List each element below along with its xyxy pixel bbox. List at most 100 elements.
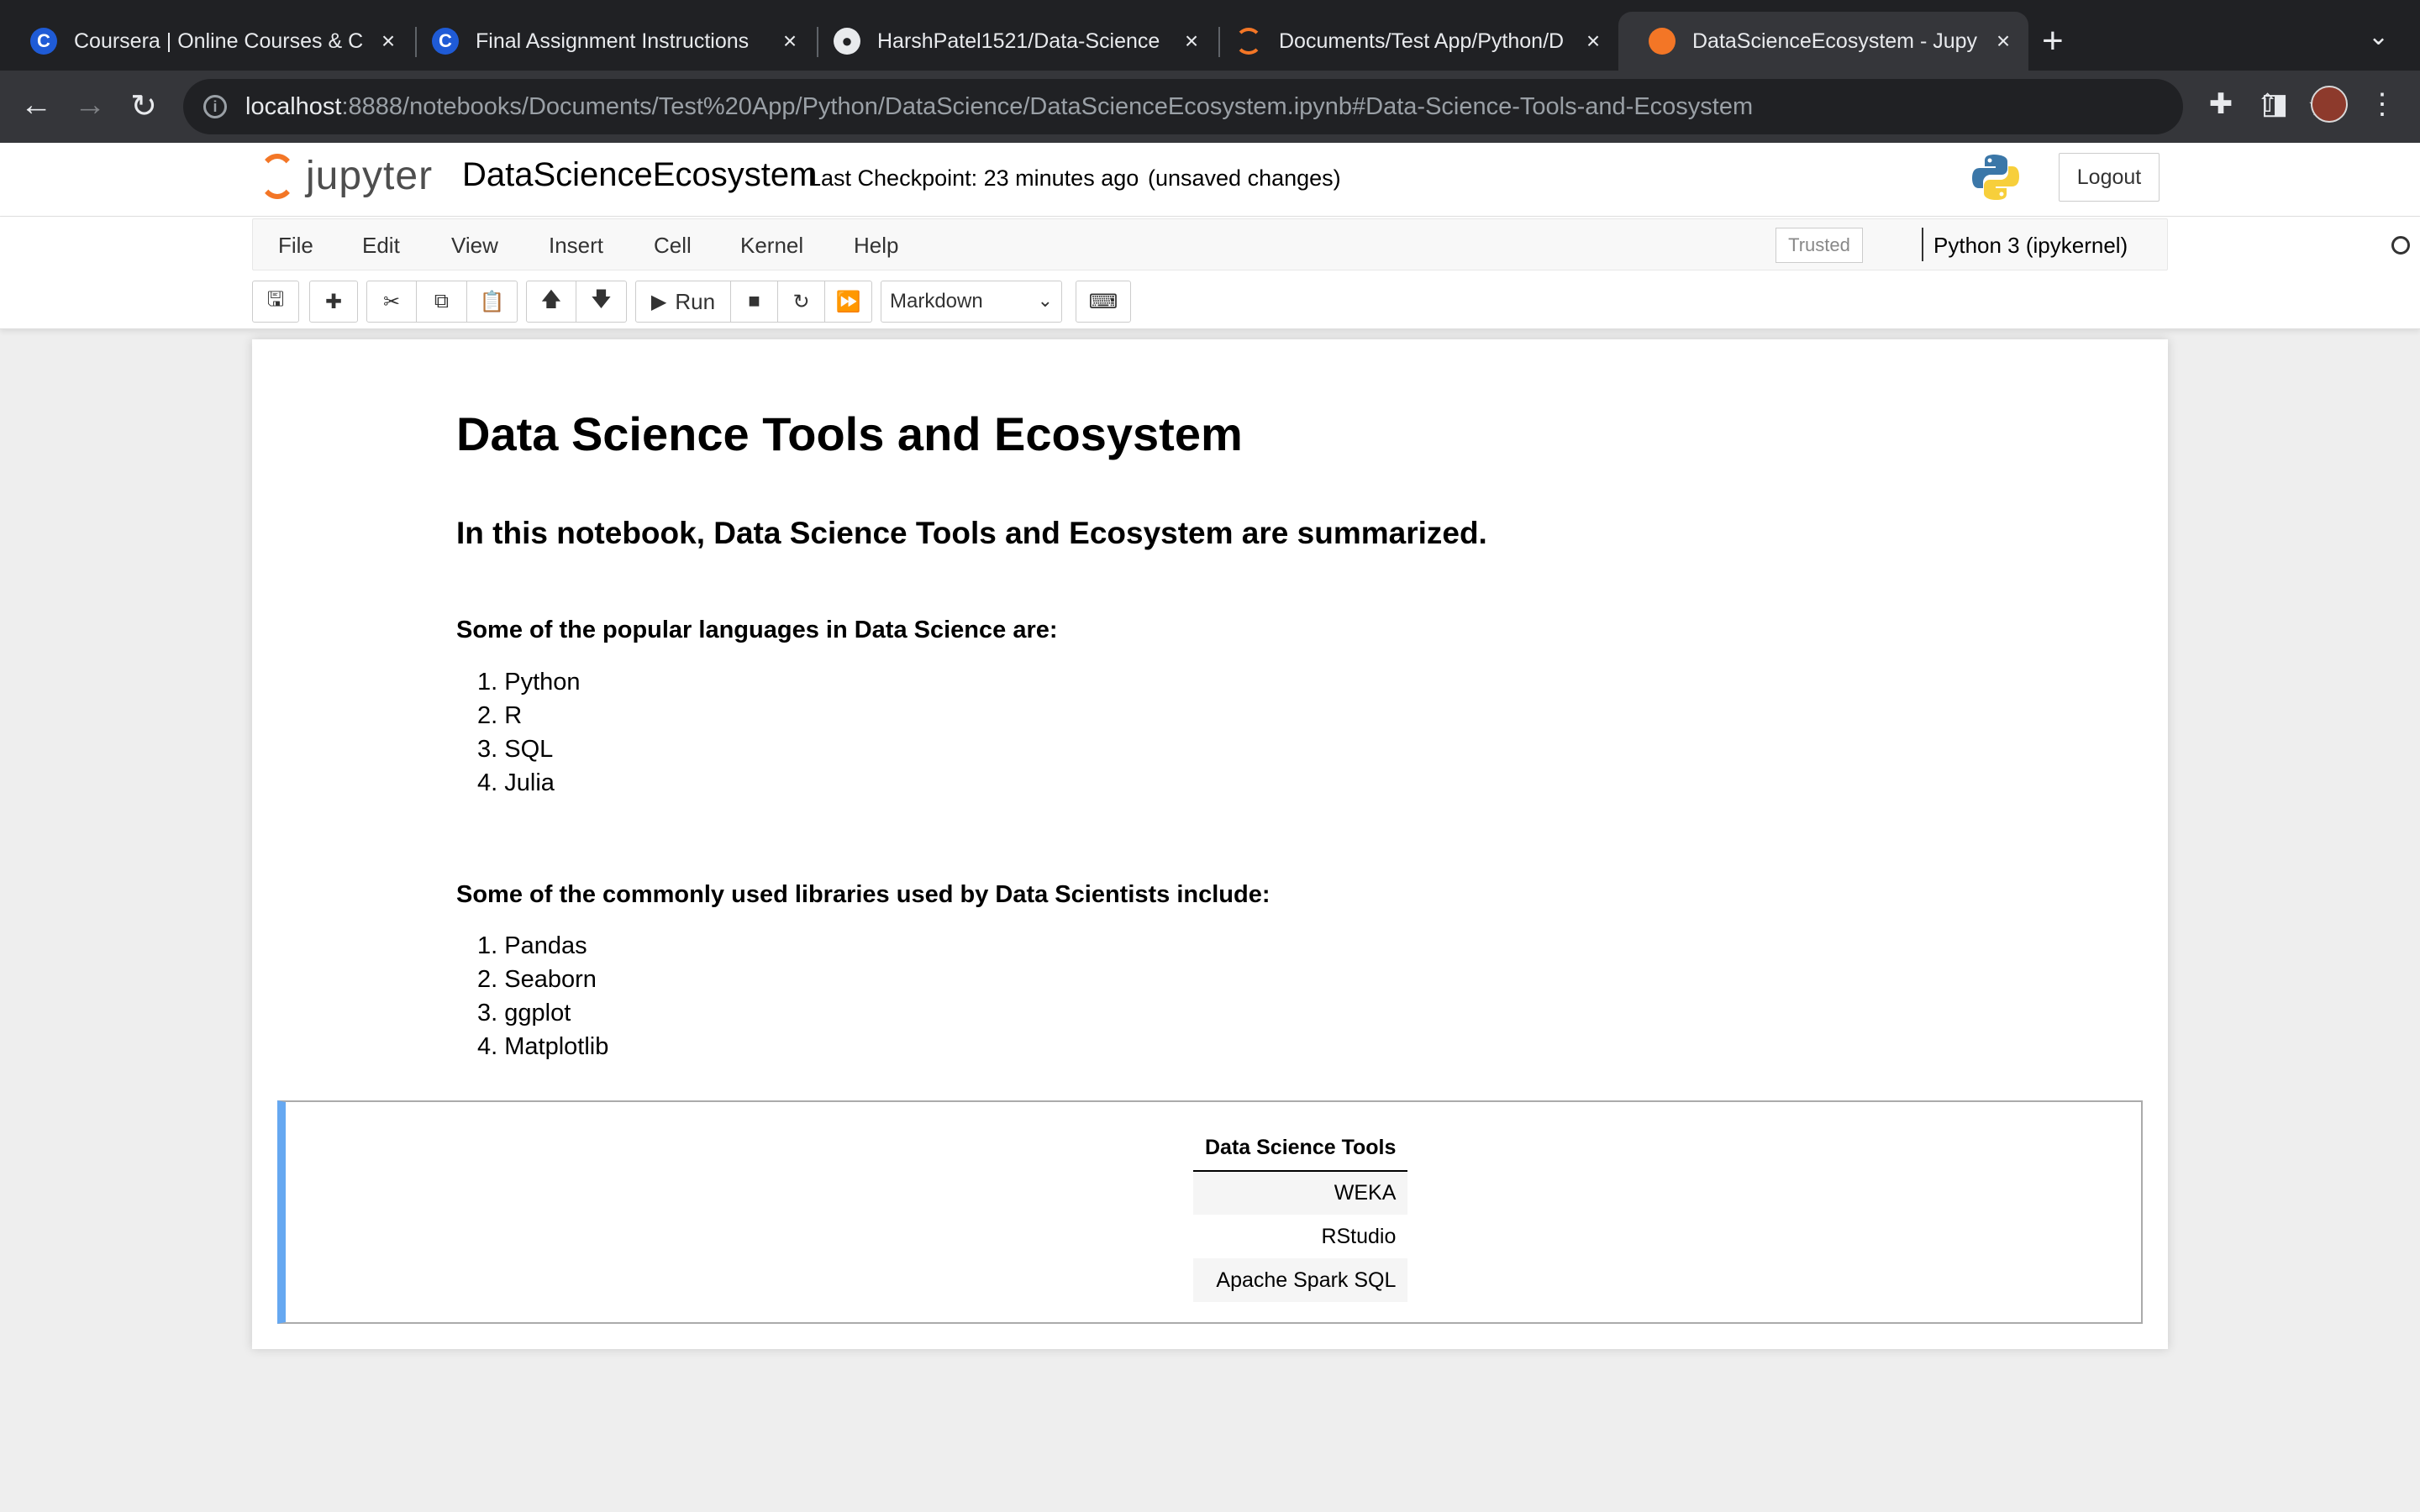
tab-title: Final Assignment Instructions <box>476 29 750 53</box>
browser-tab-github[interactable]: ● HarshPatel1521/Data-Science × <box>803 12 1217 71</box>
unsaved-indicator: (unsaved changes) <box>1148 165 1341 191</box>
stop-icon: ■ <box>748 290 760 312</box>
jupyter-logo[interactable]: jupyter <box>259 153 433 199</box>
chevron-down-icon[interactable]: ⌄ <box>2368 22 2389 51</box>
list-item: 1. Python <box>477 669 581 696</box>
languages-list: 1. Python 2. R 3. SQL 4. Julia <box>456 665 581 800</box>
back-icon[interactable]: ← <box>17 87 55 123</box>
menu-insert[interactable]: Insert <box>549 233 603 259</box>
menu-edit[interactable]: Edit <box>362 233 400 259</box>
jupyter-logo-text: jupyter <box>306 154 434 198</box>
tab-title: DataScienceEcosystem - Jupy <box>1692 29 1978 53</box>
url-text: localhost:8888/notebooks/Documents/Test%… <box>245 93 1753 121</box>
list-item: 3. ggplot <box>477 1000 571 1026</box>
close-icon[interactable]: × <box>1175 28 1208 55</box>
plus-icon: ✚ <box>324 290 343 313</box>
more-menu-icon[interactable]: ⋮ <box>2363 87 2402 121</box>
browser-tab-coursera[interactable]: C Coursera | Online Courses & C × <box>0 12 413 71</box>
notebook-icon <box>1649 28 1676 55</box>
restart-icon: ↻ <box>792 290 810 313</box>
arrow-up-icon: 🡅 <box>540 287 562 311</box>
menu-help[interactable]: Help <box>854 233 898 259</box>
coursera-icon: C <box>30 28 57 55</box>
close-icon[interactable]: × <box>1576 28 1610 55</box>
jupyter-icon <box>1235 28 1262 55</box>
browser-tab-documents[interactable]: Documents/Test App/Python/D × <box>1205 12 1618 71</box>
save-button[interactable]: 🖫 <box>252 281 299 323</box>
menu-bar: File Edit View Insert Cell Kernel Help T… <box>252 218 2410 270</box>
list-item: 2. R <box>477 702 523 729</box>
restart-run-all-button[interactable]: ⏩ <box>825 281 872 323</box>
kernel-name[interactable]: Python 3 (ipykernel) <box>1933 233 2128 259</box>
jupyter-menu-area: File Edit View Insert Cell Kernel Help T… <box>0 217 2420 329</box>
tab-title: Documents/Test App/Python/D <box>1279 29 1565 53</box>
side-panel-icon[interactable]: ◨ <box>2255 87 2294 121</box>
restart-button[interactable]: ↻ <box>778 281 825 323</box>
jupyter-header: jupyter DataScienceEcosystem Last Checkp… <box>0 143 2420 217</box>
checkpoint-status: Last Checkpoint: 23 minutes ago <box>808 165 1139 191</box>
list-item: 3. SQL <box>477 736 554 763</box>
paste-button[interactable]: 📋 <box>467 281 518 323</box>
cut-button[interactable]: ✂ <box>366 281 417 323</box>
profile-avatar[interactable] <box>2311 86 2348 123</box>
list-item: 1. Pandas <box>477 932 587 959</box>
close-icon[interactable]: × <box>371 28 405 55</box>
table-row: RStudio <box>1193 1215 1407 1258</box>
menu-view[interactable]: View <box>451 233 498 259</box>
scissors-icon: ✂ <box>382 290 401 313</box>
info-icon[interactable]: i <box>203 95 227 118</box>
arrow-down-icon: 🡇 <box>591 287 612 311</box>
table-cell: WEKA <box>1193 1171 1408 1215</box>
github-icon: ● <box>834 28 860 55</box>
fast-forward-icon: ⏩ <box>835 290 861 313</box>
close-icon[interactable]: × <box>1986 28 2020 55</box>
menu-cell[interactable]: Cell <box>654 233 692 259</box>
notebook-container: Data Science Tools and Ecosystem In this… <box>252 339 2168 1349</box>
selected-markdown-cell[interactable]: Data Science Tools WEKA RStudio Apache S… <box>277 1100 2143 1324</box>
table-row: Apache Spark SQL <box>1193 1258 1408 1302</box>
table-cell: Apache Spark SQL <box>1193 1258 1408 1302</box>
insert-cell-button[interactable]: ✚ <box>309 281 358 323</box>
menu-kernel[interactable]: Kernel <box>740 233 803 259</box>
kernel-idle-icon <box>2391 236 2410 255</box>
address-bar[interactable]: i localhost:8888/notebooks/Documents/Tes… <box>183 79 2333 134</box>
copy-icon: ⧉ <box>434 290 450 312</box>
browser-tab-bar: C Coursera | Online Courses & C × C Fina… <box>0 0 2420 71</box>
reload-icon[interactable]: ↻ <box>124 87 163 125</box>
command-palette-button[interactable]: ⌨ <box>1076 281 1131 323</box>
browser-tab-notebook[interactable]: DataScienceEcosystem - Jupy × <box>1618 12 2028 71</box>
tab-title: HarshPatel1521/Data-Science <box>877 29 1160 53</box>
notebook-title-heading: Data Science Tools and Ecosystem <box>456 407 1243 460</box>
languages-heading: Some of the popular languages in Data Sc… <box>456 617 1058 643</box>
menu-file[interactable]: File <box>278 233 313 259</box>
forward-icon[interactable]: → <box>71 87 109 123</box>
keyboard-icon: ⌨ <box>1088 290 1118 313</box>
kernel-divider <box>1922 228 1923 261</box>
close-icon[interactable]: × <box>773 28 807 55</box>
interrupt-button[interactable]: ■ <box>731 281 778 323</box>
trusted-badge[interactable]: Trusted <box>1776 228 1863 263</box>
cell-type-select[interactable]: Markdown ⌄ <box>881 281 1062 323</box>
browser-toolbar: ← → ↻ i localhost:8888/notebooks/Documen… <box>0 71 2420 143</box>
move-up-button[interactable]: 🡅 <box>526 281 576 323</box>
notebook-name[interactable]: DataScienceEcosystem <box>462 156 817 194</box>
list-item: 4. Julia <box>477 769 555 796</box>
table-cell: RStudio <box>1321 1224 1397 1248</box>
browser-tab-instructions[interactable]: C Final Assignment Instructions × <box>402 12 815 71</box>
run-button[interactable]: ▶ Run <box>635 281 731 323</box>
url-path: :8888/notebooks/Documents/Test%20App/Pyt… <box>341 92 1754 120</box>
run-label: Run <box>675 288 716 314</box>
save-icon: 🖫 <box>266 287 285 311</box>
logout-button[interactable]: Logout <box>2059 153 2160 202</box>
copy-button[interactable]: ⧉ <box>417 281 467 323</box>
python-logo-icon <box>1972 155 2019 200</box>
chevron-down-icon: ⌄ <box>1037 290 1053 311</box>
list-item: 4. Matplotlib <box>477 1033 609 1060</box>
table-header: Data Science Tools <box>1193 1127 1408 1172</box>
move-down-button[interactable]: 🡇 <box>576 281 627 323</box>
new-tab-icon[interactable]: + <box>2042 20 2064 62</box>
libraries-list: 1. Pandas 2. Seaborn 3. ggplot 4. Matplo… <box>456 929 608 1063</box>
cell-type-value: Markdown <box>890 290 983 312</box>
jupyter-logo-icon <box>259 153 296 199</box>
extensions-icon[interactable]: ✚ <box>2202 87 2240 121</box>
